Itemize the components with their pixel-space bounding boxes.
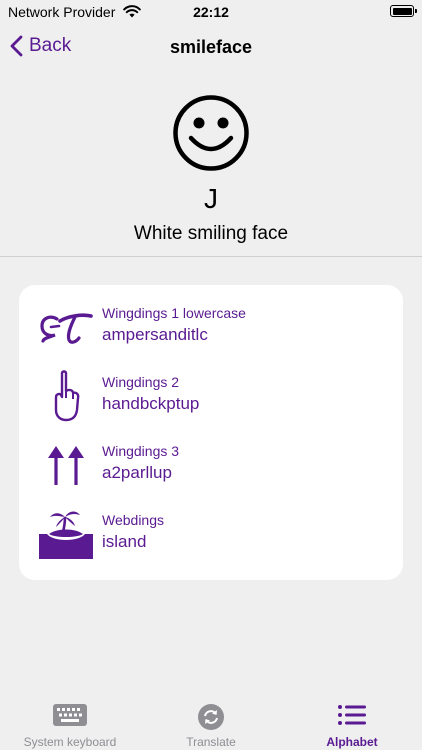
tab-label: Alphabet [326,735,378,749]
translate-icon [198,704,224,730]
font-name: Webdings [102,512,165,528]
smiling-face-icon [173,95,249,171]
island-icon [37,508,95,560]
list-item[interactable]: Wingdings 1 lowercase ampersanditlc [19,295,403,359]
character-name: ampersanditlc [102,325,208,344]
tab-alphabet[interactable]: Alphabet [282,690,422,750]
divider [0,256,422,257]
font-name: Wingdings 2 [102,374,180,390]
battery-icon [390,5,417,17]
font-name: Wingdings 1 lowercase [102,305,246,321]
glyph-detail: J White smiling face [0,94,422,245]
equivalents-list: Wingdings 1 lowercase ampersanditlc Wing… [19,285,403,580]
character-name: handbckptup [102,394,200,413]
font-name: Wingdings 3 [102,443,180,459]
list-item[interactable]: Wingdings 3 a2parllup [19,433,403,497]
ampersand-italic-icon [37,301,95,353]
page-title: smileface [169,37,253,57]
tab-label: Translate [186,735,236,749]
keyboard-icon [53,704,87,726]
list-item[interactable]: Wingdings 2 handbckptup [19,364,403,428]
tab-system-keyboard[interactable]: System keyboard [0,690,140,750]
glyph-name: White smiling face [133,223,289,244]
tab-translate[interactable]: Translate [141,690,281,750]
list-icon [338,705,366,725]
clock: 22:12 [193,4,229,20]
tab-bar: System keyboard Translate Alphabet [0,690,422,750]
two-up-arrows-icon [37,439,95,491]
status-bar: Network Provider 22:12 [0,0,422,24]
list-item[interactable]: Webdings island [19,502,403,566]
character-name: a2parllup [102,463,172,482]
navigation-bar: Back smileface [0,24,422,72]
tab-label: System keyboard [23,735,117,749]
glyph-character: J [204,183,218,214]
character-name: island [102,532,147,551]
hand-pointing-up-icon [37,370,95,422]
